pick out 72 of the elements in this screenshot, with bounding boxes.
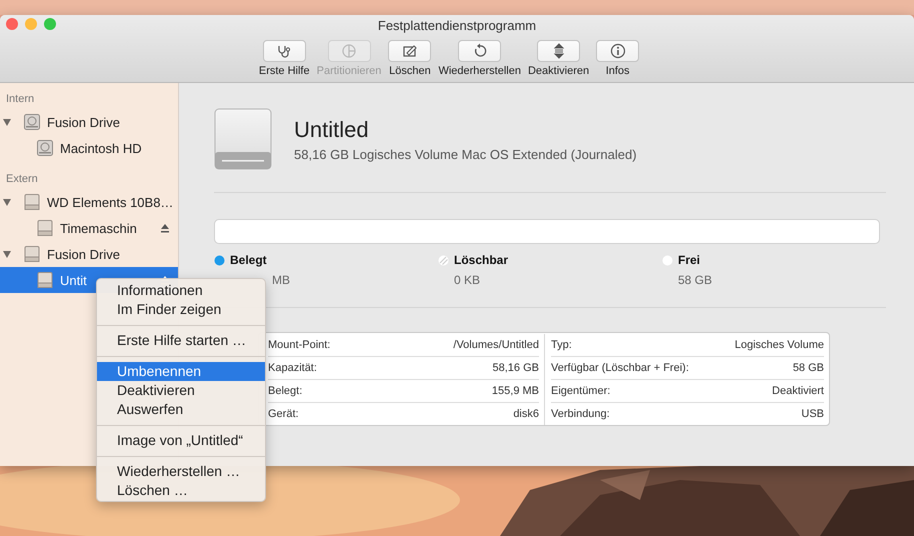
window-title: Festplattendienstprogramm: [378, 18, 536, 34]
toolbar-button[interactable]: [388, 40, 432, 62]
toolbar-button[interactable]: [262, 40, 306, 62]
drive-icon: [23, 245, 41, 263]
toolbar-button[interactable]: [458, 40, 502, 62]
legend-label: Frei: [678, 253, 700, 267]
edit-icon: [400, 43, 419, 59]
menu-item[interactable]: Auswerfen: [97, 400, 265, 419]
hard-drive-icon: [36, 139, 54, 157]
legend-value: MB: [271, 273, 291, 287]
info-value: Deaktiviert: [772, 385, 824, 397]
sidebar-item[interactable]: Fusion Drive: [0, 241, 178, 267]
info-label: Verfügbar (Löschbar + Frei):: [551, 362, 689, 374]
toolbar-label: Löschen: [389, 65, 431, 77]
drive-icon: [214, 108, 272, 170]
drive-name: Untit: [60, 272, 87, 288]
disclosure-triangle-icon[interactable]: [2, 249, 12, 259]
eject-icon[interactable]: [160, 223, 170, 233]
pie-icon: [340, 43, 358, 59]
sidebar-item[interactable]: Timemaschin: [0, 215, 178, 241]
menu-item[interactable]: Umbenennen: [97, 362, 265, 381]
section-header: Extern: [5, 172, 39, 187]
close-button[interactable]: [6, 18, 18, 30]
disclosure-triangle-icon[interactable]: [2, 197, 12, 207]
info-label: Gerät:: [268, 408, 299, 420]
legend-value: 0 KB: [453, 273, 482, 287]
legend-label: Belegt: [230, 253, 267, 267]
menu-item[interactable]: Löschen …: [97, 481, 265, 500]
drive-name: Fusion Drive: [47, 246, 120, 262]
menu-item[interactable]: Deaktivieren: [97, 381, 265, 400]
info-label: Kapazität:: [268, 362, 317, 374]
drive-name: WD Elements 10B8…: [47, 194, 174, 210]
info-icon: [608, 43, 627, 59]
legend-value: 58 GB: [677, 273, 714, 287]
toolbar-label: Erste Hilfe: [258, 65, 310, 77]
menu-item[interactable]: Image von „Untitled“: [97, 431, 265, 450]
info-value: 58,16 GB: [492, 362, 539, 374]
info-value: /Volumes/Untitled: [453, 339, 539, 351]
drive-name: Timemaschin: [60, 220, 137, 236]
info-label: Verbindung:: [551, 408, 610, 420]
drive-name: Fusion Drive: [47, 114, 120, 130]
sidebar-item[interactable]: Macintosh HD: [0, 135, 178, 161]
disclosure-triangle-icon[interactable]: [2, 117, 12, 127]
legend-label: Löschbar: [454, 253, 508, 267]
section-header: Intern: [5, 92, 36, 107]
menu-item[interactable]: Im Finder zeigen: [97, 300, 265, 319]
toolbar-label: Deaktivieren: [528, 65, 590, 77]
volume-name: Untitled: [294, 116, 370, 142]
info-label: Belegt:: [268, 385, 302, 397]
info-value: disk6: [513, 408, 539, 420]
menu-item[interactable]: Erste Hilfe starten …: [97, 331, 265, 350]
menu-item[interactable]: Wiederherstellen …: [97, 462, 265, 481]
drive-name: Macintosh HD: [60, 140, 142, 156]
sidebar-item[interactable]: WD Elements 10B8…: [0, 189, 178, 215]
toolbar-label: Infos: [606, 65, 630, 77]
info-label: Eigentümer:: [551, 385, 610, 397]
toolbar-button[interactable]: [537, 40, 580, 62]
sidebar-item[interactable]: Fusion Drive: [0, 109, 178, 135]
info-value: Logisches Volume: [734, 339, 824, 351]
drive-icon: [36, 271, 54, 289]
volume-description: 58,16 GB Logisches Volume Mac OS Extended (Journaled): [294, 146, 637, 162]
info-label: Mount-Point:: [268, 339, 330, 351]
toolbar-label: Partitionieren: [316, 65, 382, 77]
drive-icon: [23, 193, 41, 211]
toolbar-button[interactable]: [596, 40, 640, 62]
hard-drive-icon: [23, 113, 41, 131]
info-value: USB: [801, 408, 824, 420]
drive-icon: [36, 219, 54, 237]
info-label: Typ:: [551, 339, 572, 351]
info-value: 58 GB: [792, 362, 824, 374]
info-value: 155,9 MB: [492, 385, 539, 397]
toolbar-label: Wiederherstellen: [438, 65, 521, 77]
